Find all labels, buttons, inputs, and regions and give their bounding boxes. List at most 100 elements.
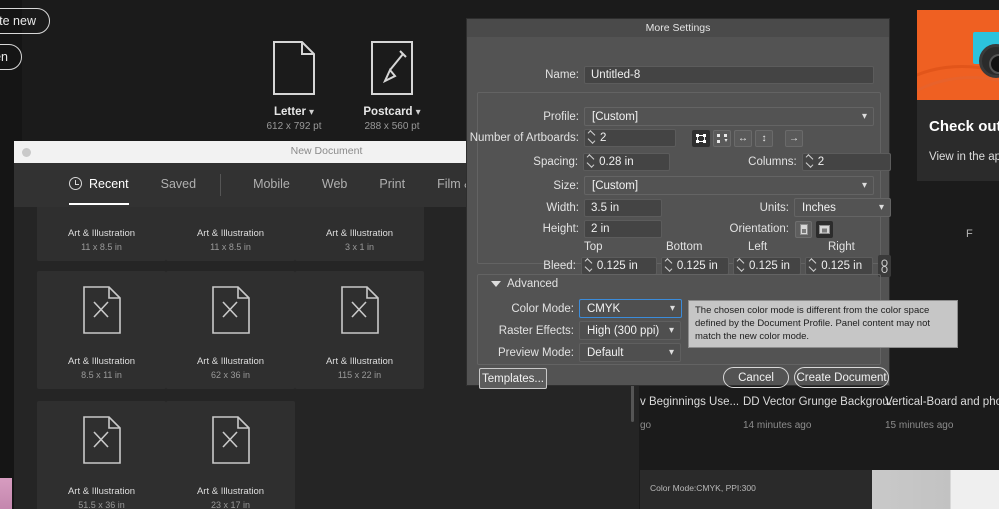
grid-by-row-icon[interactable] — [692, 129, 710, 147]
preview-mode-select[interactable]: Default ▾ — [579, 343, 681, 362]
template-card[interactable]: Art & Illustration 115 x 22 in — [295, 271, 424, 389]
advanced-toggle[interactable]: Advanced — [491, 278, 558, 290]
stepper-icon[interactable] — [584, 258, 594, 274]
color-mode-select[interactable]: CMYK ▾ — [579, 299, 682, 318]
chevron-down-icon: ▾ — [668, 347, 674, 358]
preview-mode-label: Preview Mode: — [497, 346, 574, 359]
arrange-horizontal-icon[interactable]: ↔ — [734, 129, 752, 147]
name-input[interactable]: Untitled-8 — [584, 66, 874, 84]
color-mode-label: Color Mode: — [511, 302, 574, 315]
tab-print[interactable]: Print — [379, 177, 405, 193]
right-to-left-icon[interactable]: → — [785, 129, 803, 147]
profile-select[interactable]: [Custom] ▾ — [584, 107, 874, 126]
stepper-icon[interactable] — [808, 258, 818, 274]
create-new-button[interactable]: Create new — [0, 8, 50, 34]
chevron-down-icon: ▾ — [878, 202, 884, 213]
tab-recent[interactable]: Recent — [69, 177, 129, 205]
width-row: Width: 3.5 in Units: Inches ▾ — [467, 198, 891, 217]
bleed-headers: Top Bottom Left Right — [579, 241, 891, 253]
raster-effects-select[interactable]: High (300 ppi) ▾ — [579, 321, 681, 340]
bleed-right-input[interactable]: 0.125 in — [805, 257, 874, 275]
list-item[interactable]: DD Vector Grunge Backgrou... 14 minutes … — [743, 396, 898, 431]
document-status-bar: Color Mode:CMYK, PPI:300 — [640, 470, 900, 509]
cancel-button[interactable]: Cancel — [723, 367, 789, 388]
units-label: Units: — [759, 201, 789, 214]
tab-web[interactable]: Web — [322, 177, 347, 193]
artboards-row: Number of Artboards: 2 ↔ ↕ → — [467, 129, 891, 147]
templates-button[interactable]: Templates... — [479, 368, 547, 389]
landscape-orientation-icon[interactable] — [816, 220, 833, 238]
height-label: Height: — [542, 223, 579, 235]
template-card[interactable]: Art & Illustration 11 x 8.5 in — [166, 207, 295, 261]
portrait-orientation-icon[interactable] — [795, 220, 812, 238]
template-card[interactable]: Art & Illustration 8.5 x 11 in — [37, 271, 166, 389]
columns-input[interactable]: 2 — [801, 153, 891, 171]
clock-icon — [69, 177, 82, 190]
chevron-down-icon[interactable]: ▾ — [309, 107, 314, 118]
units-select[interactable]: Inches ▾ — [794, 198, 891, 217]
stepper-icon[interactable] — [586, 154, 596, 170]
arrange-vertical-icon[interactable]: ↕ — [755, 129, 773, 147]
bleed-left-input[interactable]: 0.125 in — [733, 257, 802, 275]
page-icon — [239, 34, 349, 96]
art-illustration-icon — [211, 285, 251, 340]
artboard-arrangement-group: ↔ ↕ → — [692, 129, 803, 147]
bleed-label: Bleed: — [543, 260, 576, 272]
stepper-icon[interactable] — [587, 130, 597, 146]
document-thumbnail — [872, 470, 999, 509]
orientation-label: Orientation: — [729, 223, 789, 235]
height-input[interactable]: 2 in — [584, 220, 662, 238]
more-settings-titlebar[interactable]: More Settings — [467, 19, 889, 37]
spacing-label: Spacing: — [533, 156, 579, 168]
chevron-down-icon: ▾ — [669, 303, 675, 314]
create-new-label: Create new — [0, 14, 36, 28]
bleed-top-input[interactable]: 0.125 in — [580, 257, 657, 275]
bleed-right-header: Right — [828, 241, 855, 253]
chevron-down-icon: ▾ — [861, 111, 867, 122]
size-label: Size: — [553, 179, 579, 192]
name-label: Name: — [545, 69, 579, 81]
advanced-label: Advanced — [507, 278, 559, 290]
size-select[interactable]: [Custom] ▾ — [584, 176, 874, 195]
bleed-left-header: Left — [748, 241, 768, 253]
chevron-down-icon: ▾ — [861, 180, 867, 191]
bleed-bottom-input[interactable]: 0.125 in — [660, 257, 730, 275]
color-mode-warning-tooltip: The chosen color mode is different from … — [688, 300, 958, 349]
create-document-button[interactable]: Create Document — [794, 367, 889, 388]
preset-postcard[interactable]: Postcard ▾ 288 x 560 pt — [337, 34, 447, 132]
profile-label: Profile: — [543, 110, 579, 123]
size-row: Size: [Custom] ▾ — [467, 176, 891, 195]
spacing-input[interactable]: 0.28 in — [583, 153, 671, 171]
width-input[interactable]: 3.5 in — [584, 198, 662, 217]
promo-card[interactable]: Check out w View in the ap — [917, 10, 999, 181]
preset-letter-dims: 612 x 792 pt — [266, 121, 322, 132]
bleed-bottom-header: Bottom — [666, 241, 703, 253]
art-illustration-icon — [82, 285, 122, 340]
list-item[interactable]: v Beginnings Use... go — [640, 396, 739, 431]
stepper-icon[interactable] — [664, 258, 674, 274]
preset-letter-name: Letter ▾ — [274, 106, 314, 118]
stepper-icon[interactable] — [736, 258, 746, 274]
template-card[interactable]: Art & Illustration 62 x 36 in — [166, 271, 295, 389]
stepper-icon[interactable] — [805, 154, 815, 170]
list-item[interactable]: Vertical-Board and phone -... 15 minutes… — [885, 396, 999, 431]
template-card[interactable]: Art & Illustration 23 x 17 in — [166, 401, 295, 509]
grid-by-column-icon[interactable] — [713, 129, 731, 147]
tab-mobile[interactable]: Mobile — [253, 177, 290, 193]
divider — [220, 174, 222, 196]
promo-title: Check out w — [929, 118, 999, 135]
name-row: Name: Untitled-8 — [467, 66, 891, 84]
template-card[interactable]: Art & Illustration 51.5 x 36 in — [37, 401, 166, 509]
template-card[interactable]: Art & Illustration 11 x 8.5 in — [37, 207, 166, 261]
tab-saved[interactable]: Saved — [161, 177, 196, 193]
art-illustration-icon — [211, 415, 251, 470]
chevron-down-icon[interactable]: ▾ — [416, 107, 421, 118]
template-card[interactable]: Art & Illustration 3 x 1 in — [295, 207, 424, 261]
preset-letter[interactable]: Letter ▾ 612 x 792 pt — [239, 34, 349, 132]
brush-icon — [337, 34, 447, 96]
height-row: Height: 2 in Orientation: — [467, 220, 891, 238]
art-illustration-icon — [82, 415, 122, 470]
preset-postcard-dims: 288 x 560 pt — [364, 121, 420, 132]
art-illustration-icon — [340, 285, 380, 340]
artboards-input[interactable]: 2 — [584, 129, 676, 147]
